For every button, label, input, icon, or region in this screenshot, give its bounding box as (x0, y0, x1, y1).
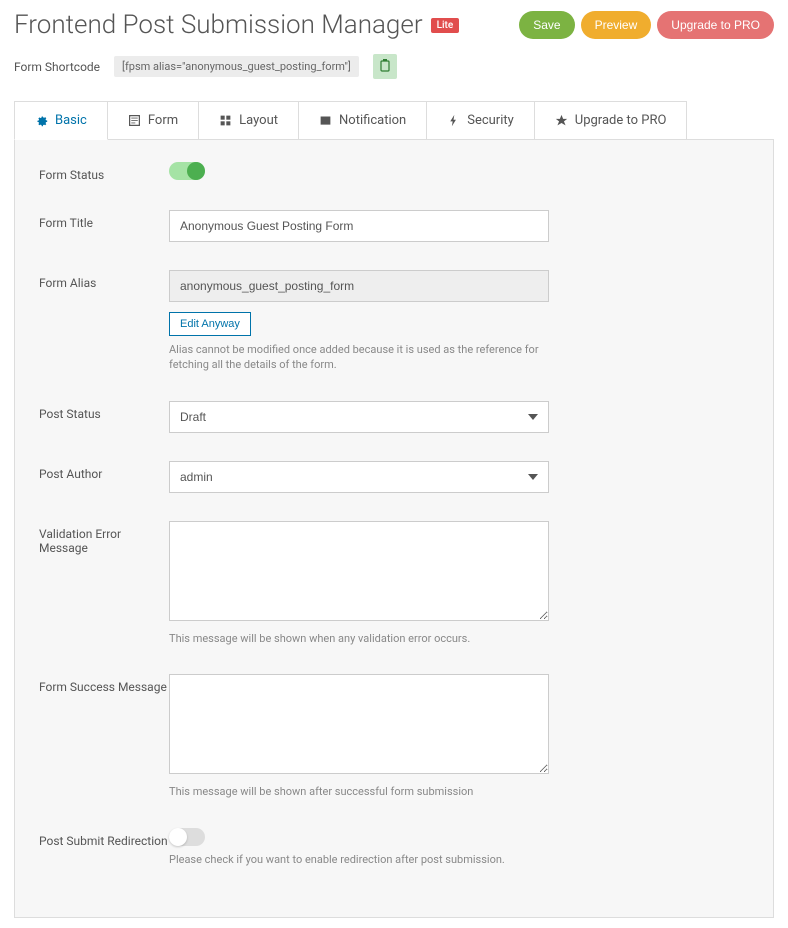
form-alias-label: Form Alias (39, 270, 169, 290)
form-title-label: Form Title (39, 210, 169, 230)
upgrade-button[interactable]: Upgrade to PRO (657, 11, 774, 39)
post-author-label: Post Author (39, 461, 169, 481)
tab-label: Security (467, 113, 514, 128)
tab-basic[interactable]: Basic (14, 101, 108, 140)
gear-icon (35, 114, 48, 127)
success-message-help: This message will be shown after success… (169, 784, 549, 799)
tab-label: Notification (339, 113, 406, 128)
post-author-select[interactable]: admin (169, 461, 549, 493)
save-button[interactable]: Save (519, 11, 574, 39)
form-title-input[interactable] (169, 210, 549, 242)
mail-icon (319, 114, 332, 127)
tabs: Basic Form Layout Notification Security … (14, 101, 774, 140)
tab-upgrade[interactable]: Upgrade to PRO (534, 101, 688, 139)
layout-icon (219, 114, 232, 127)
post-status-select[interactable]: Draft (169, 401, 549, 433)
success-message-label: Form Success Message (39, 674, 169, 694)
validation-error-help: This message will be shown when any vali… (169, 631, 549, 646)
copy-shortcode-button[interactable] (373, 54, 397, 79)
bolt-icon (447, 114, 460, 127)
form-icon (128, 114, 141, 127)
tab-label: Form (148, 113, 178, 128)
lite-badge: Lite (431, 18, 460, 33)
edit-anyway-button[interactable]: Edit Anyway (169, 312, 251, 336)
redirection-help: Please check if you want to enable redir… (169, 852, 549, 867)
page-title: Frontend Post Submission Manager (14, 10, 423, 40)
form-alias-input (169, 270, 549, 302)
tab-form[interactable]: Form (107, 101, 199, 139)
tab-notification[interactable]: Notification (298, 101, 427, 139)
tab-label: Upgrade to PRO (575, 113, 667, 128)
tab-security[interactable]: Security (426, 101, 535, 139)
redirection-toggle[interactable] (169, 828, 205, 846)
post-status-label: Post Status (39, 401, 169, 421)
validation-error-textarea[interactable] (169, 521, 549, 621)
form-status-toggle[interactable] (169, 162, 205, 180)
success-message-textarea[interactable] (169, 674, 549, 774)
form-alias-help: Alias cannot be modified once added beca… (169, 342, 549, 373)
redirection-label: Post Submit Redirection (39, 828, 169, 848)
copy-icon (379, 58, 391, 75)
shortcode-label: Form Shortcode (14, 60, 100, 74)
star-icon (555, 114, 568, 127)
shortcode-value: [fpsm alias="anonymous_guest_posting_for… (114, 56, 359, 77)
tab-layout[interactable]: Layout (198, 101, 299, 139)
tab-label: Basic (55, 113, 87, 128)
tab-label: Layout (239, 113, 278, 128)
validation-error-label: Validation Error Message (39, 521, 169, 555)
form-status-label: Form Status (39, 162, 169, 182)
preview-button[interactable]: Preview (581, 11, 652, 39)
